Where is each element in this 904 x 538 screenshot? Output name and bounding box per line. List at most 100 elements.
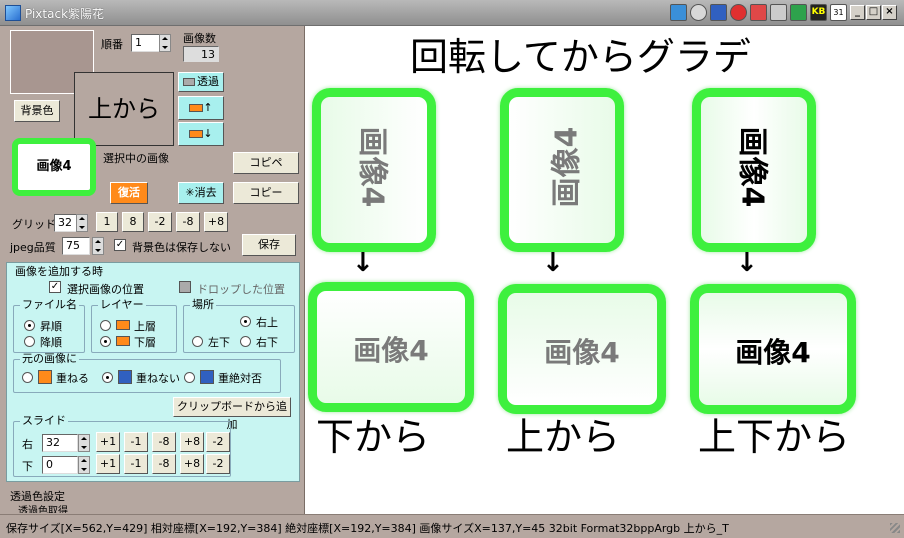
tray-icon-4[interactable] — [730, 4, 747, 21]
slide-down-plus8[interactable]: +8 — [180, 454, 204, 474]
slide-right-input[interactable]: 32 — [42, 434, 78, 452]
grid-label: グリッド — [12, 218, 56, 231]
grid-spinner[interactable] — [76, 214, 88, 232]
transparent-button-label: 透過 — [197, 75, 219, 88]
slide-right-minus2[interactable]: -2 — [206, 432, 230, 452]
result-card-3[interactable]: 画像4 — [690, 284, 856, 414]
selected-image-label: 選択中の画像 — [103, 152, 169, 165]
grid-button-minus2[interactable]: -2 — [148, 212, 172, 232]
resize-grip-icon[interactable] — [890, 523, 900, 533]
upper-label: 上層 — [134, 320, 156, 333]
canvas[interactable]: 回転してからグラデ 画像4 画像4 画像4 ↓ ↓ ↓ 画像4 画像4 画像4 … — [306, 26, 904, 514]
transparent-button[interactable]: 透過 — [178, 72, 224, 92]
slide-down-plus1[interactable]: +1 — [96, 454, 120, 474]
upper-layer-icon — [116, 320, 130, 330]
slide-right-minus1[interactable]: -1 — [124, 432, 148, 452]
label-from-top: 上から — [506, 415, 621, 459]
jpeg-spinner[interactable] — [92, 237, 104, 255]
layer-up-icon — [189, 104, 204, 112]
tray-icon-5[interactable] — [750, 4, 767, 21]
top-right-label: 右上 — [256, 316, 278, 329]
slide-right-plus8[interactable]: +8 — [180, 432, 204, 452]
result-card-1[interactable]: 画像4 — [308, 282, 474, 412]
rotated-card-2[interactable]: 画像4 — [500, 88, 624, 252]
slide-down-input[interactable]: 0 — [42, 456, 78, 474]
selected-pos-checkbox[interactable]: ✓ — [49, 281, 61, 293]
bg-color-button[interactable]: 背景色 — [14, 100, 60, 122]
overlap-radio[interactable] — [22, 372, 33, 383]
filename-group: ファイル名 昇順 降順 — [13, 299, 85, 353]
layer-down-arrow: ↓ — [203, 127, 213, 140]
tray-icon-3[interactable] — [710, 4, 727, 21]
selected-thumbnail[interactable]: 画像4 — [12, 138, 96, 196]
tray-icon-7[interactable] — [790, 4, 807, 21]
result-card-3-text: 画像4 — [735, 336, 811, 369]
original-group-title: 元の画像に — [20, 352, 79, 365]
desc-radio[interactable] — [24, 336, 35, 347]
tray-icon-1[interactable] — [670, 4, 687, 21]
desc-label: 降順 — [40, 336, 62, 349]
layer-up-button[interactable]: ↑ — [178, 96, 224, 120]
grid-button-plus8[interactable]: +8 — [204, 212, 228, 232]
maximize-button[interactable]: □ — [866, 5, 881, 20]
calendar-icon[interactable]: 31 — [830, 4, 847, 21]
grid-button-minus8[interactable]: -8 — [176, 212, 200, 232]
bg-no-save-checkbox[interactable]: ✓ — [114, 239, 126, 251]
strict-no-overlap-radio[interactable] — [184, 372, 195, 383]
close-button[interactable]: × — [882, 5, 897, 20]
grid-button-1[interactable]: 1 — [96, 212, 118, 232]
order-spinner[interactable] — [159, 34, 171, 52]
overlap-label: 重ねる — [56, 372, 89, 385]
copy-button[interactable]: コピー — [233, 182, 299, 204]
rotated-card-1[interactable]: 画像4 — [312, 88, 436, 252]
order-label: 順番 — [101, 38, 123, 51]
slide-right-minus8[interactable]: -8 — [152, 432, 176, 452]
place-group-title: 場所 — [190, 298, 216, 311]
bottom-left-radio[interactable] — [192, 336, 203, 347]
no-overlap-radio[interactable] — [102, 372, 113, 383]
image-count-value: 13 — [183, 46, 219, 62]
slide-right-spinner[interactable] — [78, 434, 90, 452]
slide-right-plus1[interactable]: +1 — [96, 432, 120, 452]
kb-icon[interactable]: KB — [810, 4, 827, 21]
rotated-card-3-text: 画像4 — [734, 126, 770, 208]
tray-icon-2[interactable] — [690, 4, 707, 21]
window-title: Pixtack紫陽花 — [25, 7, 105, 21]
dropped-pos-checkbox[interactable] — [179, 281, 191, 293]
transparent-sub-label: 透過色取得 — [18, 506, 68, 513]
tray-icon-6[interactable] — [770, 4, 787, 21]
label-from-top-bottom: 上下から — [698, 415, 851, 459]
minimize-button[interactable]: _ — [850, 5, 865, 20]
save-button[interactable]: 保存 — [242, 234, 296, 256]
status-text: 保存サイズ[X=562,Y=429] 相対座標[X=192,Y=384] 絶対座… — [6, 522, 729, 535]
delete-button[interactable]: ✳消去 — [178, 182, 224, 204]
jpeg-input[interactable]: 75 — [62, 237, 90, 255]
strict-no-overlap-label: 重絶対否 — [218, 372, 262, 385]
layer-down-icon — [189, 130, 204, 138]
slide-down-minus1[interactable]: -1 — [124, 454, 148, 474]
preview-image: 上から — [74, 72, 174, 146]
bottom-right-radio[interactable] — [240, 336, 251, 347]
strict-no-overlap-icon — [200, 370, 214, 384]
label-from-bottom: 下から — [316, 415, 431, 459]
result-card-2[interactable]: 画像4 — [498, 284, 666, 414]
order-input[interactable]: 1 — [131, 34, 161, 52]
slide-group-title: スライド — [20, 414, 68, 427]
layer-group: レイヤー 上層 下層 — [91, 299, 177, 353]
copy-paste-button[interactable]: コピペ — [233, 152, 299, 174]
jpeg-label: jpeg品質 — [10, 241, 56, 254]
clipboard-add-button[interactable]: クリップボードから追加 — [173, 397, 291, 431]
layer-down-button[interactable]: ↓ — [178, 122, 224, 146]
slide-down-minus2[interactable]: -2 — [206, 454, 230, 474]
restore-button[interactable]: 復活 — [110, 182, 148, 204]
upper-radio[interactable] — [100, 320, 111, 331]
top-right-radio[interactable] — [240, 316, 251, 327]
lower-radio[interactable] — [100, 336, 111, 347]
slide-down-spinner[interactable] — [78, 456, 90, 474]
rotated-card-3[interactable]: 画像4 — [692, 88, 816, 252]
asc-radio[interactable] — [24, 320, 35, 331]
grid-input[interactable]: 32 — [54, 214, 78, 232]
grid-button-8[interactable]: 8 — [122, 212, 144, 232]
no-overlap-icon — [118, 370, 132, 384]
slide-down-minus8[interactable]: -8 — [152, 454, 176, 474]
